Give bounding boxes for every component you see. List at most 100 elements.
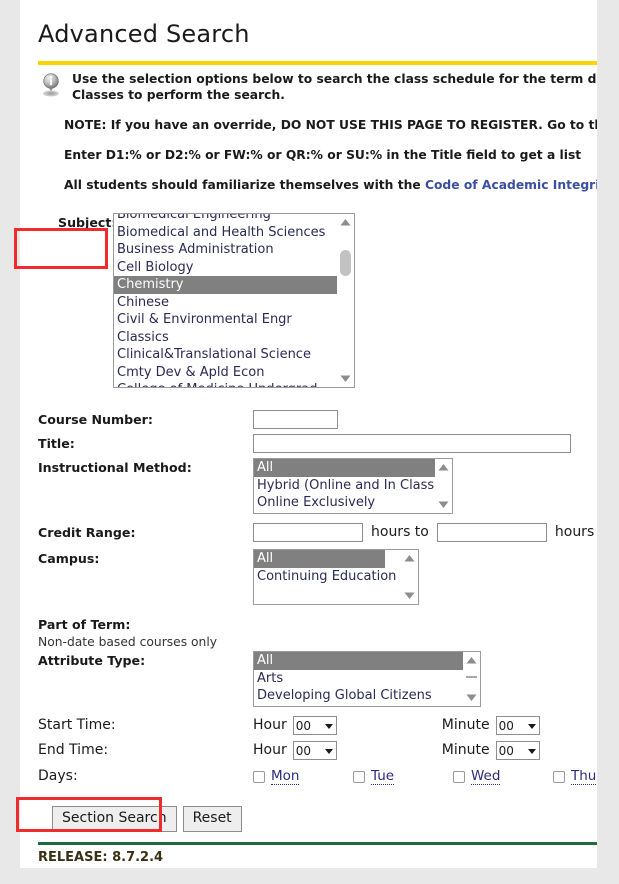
page-sheet: Advanced Search Use the selection option… bbox=[20, 0, 597, 868]
checkbox-thu[interactable] bbox=[553, 770, 565, 783]
start-hour-label: Hour bbox=[253, 717, 287, 733]
start-time-label: Start Time: bbox=[38, 717, 116, 733]
info-line-2: Classes to perform the search. bbox=[72, 88, 285, 102]
day-checkbox-thu[interactable]: Thu bbox=[553, 768, 597, 785]
section-search-button[interactable]: Section Search bbox=[52, 806, 177, 832]
scroll-up-icon[interactable] bbox=[465, 655, 478, 666]
end-time-label: End Time: bbox=[38, 742, 109, 758]
chevron-down-icon bbox=[527, 748, 536, 754]
subject-option[interactable]: Biomedical and Health Sciences bbox=[114, 224, 354, 242]
code-of-academic-integrity-link[interactable]: Code of Academic Integrity bbox=[425, 178, 597, 192]
title-field-tip: Enter D1:% or D2:% or FW:% or QR:% or SU… bbox=[64, 147, 597, 163]
yellow-divider bbox=[38, 61, 597, 65]
subject-option[interactable]: Clinical&Translational Science bbox=[114, 346, 354, 364]
campus-listbox[interactable]: All Continuing Education bbox=[253, 549, 419, 605]
subject-option[interactable]: Classics bbox=[114, 329, 354, 347]
checkbox-tue[interactable] bbox=[353, 770, 365, 783]
end-minute-label: Minute bbox=[441, 742, 490, 758]
course-number-input[interactable] bbox=[253, 410, 338, 429]
scroll-down-icon[interactable] bbox=[465, 692, 478, 703]
course-number-label: Course Number: bbox=[38, 412, 153, 427]
subject-option-selected[interactable]: Chemistry bbox=[114, 276, 354, 294]
attribute-type-option[interactable]: Developing Global Citizens bbox=[254, 687, 480, 705]
row-title: Title: bbox=[38, 434, 597, 453]
scroll-down-icon[interactable] bbox=[339, 373, 352, 384]
start-minute-label: Minute bbox=[441, 717, 490, 733]
info-block: Use the selection options below to searc… bbox=[38, 71, 597, 103]
checkbox-mon[interactable] bbox=[253, 770, 265, 783]
subject-option[interactable]: Biomedical Engineering bbox=[114, 214, 354, 224]
row-days: Days: Mon Tue Wed Thu bbox=[38, 767, 597, 786]
subject-option[interactable]: Cell Biology bbox=[114, 259, 354, 277]
reset-button[interactable]: Reset bbox=[182, 806, 242, 832]
title-input[interactable] bbox=[253, 434, 571, 453]
instructional-method-option-selected[interactable]: All bbox=[254, 459, 452, 477]
instructional-method-option[interactable]: Hybrid (Online and In Class) bbox=[254, 477, 452, 495]
subject-option[interactable]: College of Medicine Undergrad bbox=[114, 381, 354, 387]
attribute-type-listbox[interactable]: All Arts Developing Global Citizens bbox=[253, 651, 481, 707]
day-checkbox-mon[interactable]: Mon bbox=[253, 768, 353, 785]
title-label: Title: bbox=[38, 436, 75, 451]
start-minute-select[interactable]: 00 bbox=[495, 716, 540, 735]
row-course-number: Course Number: bbox=[38, 410, 597, 429]
instructional-method-scrollbar[interactable] bbox=[435, 459, 452, 513]
chevron-down-icon bbox=[324, 748, 333, 754]
credit-range-label: Credit Range: bbox=[38, 525, 136, 540]
subject-listbox[interactable]: Biomedical Engineering Biomedical and He… bbox=[113, 213, 355, 388]
subject-option[interactable]: Cmty Dev & Apld Econ bbox=[114, 364, 354, 382]
day-checkbox-wed[interactable]: Wed bbox=[453, 768, 553, 785]
campus-option[interactable]: Continuing Education bbox=[254, 568, 418, 586]
day-link-tue[interactable]: Tue bbox=[371, 768, 395, 785]
days-label: Days: bbox=[38, 768, 78, 784]
end-minute-select[interactable]: 00 bbox=[495, 741, 540, 760]
end-hour-select[interactable]: 00 bbox=[292, 741, 337, 760]
part-of-term-label: Part of Term: bbox=[38, 617, 131, 632]
attribute-type-scrollbar[interactable] bbox=[463, 652, 480, 706]
hours-to-label: hours to bbox=[371, 524, 429, 540]
end-hour-label: Hour bbox=[253, 742, 287, 758]
scroll-up-icon[interactable] bbox=[339, 217, 352, 228]
campus-label: Campus: bbox=[38, 551, 100, 566]
scroll-down-icon[interactable] bbox=[437, 499, 450, 510]
instructional-method-listbox[interactable]: All Hybrid (Online and In Class) Online … bbox=[253, 458, 453, 514]
end-hour-value: 00 bbox=[295, 743, 312, 758]
attribute-type-option-selected[interactable]: All bbox=[254, 652, 480, 670]
page-content: Advanced Search Use the selection option… bbox=[20, 0, 597, 865]
row-instructional-method: Instructional Method: All Hybrid (Online… bbox=[38, 458, 597, 514]
subject-option[interactable]: Business Administration bbox=[114, 241, 354, 259]
row-start-time: Start Time: Hour 00 Minute 00 bbox=[38, 715, 597, 736]
row-end-time: End Time: Hour 00 Minute 00 bbox=[38, 740, 597, 761]
integrity-prefix: All students should familiarize themselv… bbox=[64, 178, 425, 192]
page-title: Advanced Search bbox=[38, 20, 250, 48]
release-label: RELEASE: 8.7.2.4 bbox=[38, 850, 164, 865]
subject-option[interactable]: Civil & Environmental Engr bbox=[114, 311, 354, 329]
search-form: Subject: Biomedical Engineering Biomedic… bbox=[38, 213, 597, 832]
day-checkbox-tue[interactable]: Tue bbox=[353, 768, 453, 785]
start-hour-select[interactable]: 00 bbox=[292, 716, 337, 735]
credit-range-to-input[interactable] bbox=[436, 523, 547, 542]
attribute-type-label: Attribute Type: bbox=[38, 653, 146, 668]
day-link-thu[interactable]: Thu bbox=[571, 768, 597, 785]
chevron-down-icon bbox=[527, 723, 536, 729]
scroll-up-icon[interactable] bbox=[437, 462, 450, 473]
instructional-method-option[interactable]: Online Exclusively bbox=[254, 494, 452, 512]
chevron-down-icon bbox=[324, 723, 333, 729]
row-credit-range: Credit Range: hours to hours bbox=[38, 522, 597, 543]
campus-option-selected[interactable]: All bbox=[254, 550, 385, 568]
scroll-down-icon[interactable] bbox=[403, 590, 416, 601]
checkbox-wed[interactable] bbox=[453, 770, 465, 783]
part-of-term-note: Non-date based courses only bbox=[38, 635, 218, 649]
footer-divider bbox=[38, 842, 597, 845]
subject-scrollbar[interactable] bbox=[337, 214, 354, 387]
credit-range-from-input[interactable] bbox=[253, 523, 363, 542]
day-link-mon[interactable]: Mon bbox=[271, 768, 300, 785]
academic-integrity-note: All students should familiarize themselv… bbox=[64, 177, 597, 193]
scroll-up-icon[interactable] bbox=[403, 553, 416, 564]
day-link-wed[interactable]: Wed bbox=[471, 768, 501, 785]
start-hour-value: 00 bbox=[295, 718, 312, 733]
campus-scrollbar[interactable] bbox=[401, 550, 418, 604]
subject-scroll-thumb[interactable] bbox=[340, 250, 351, 276]
attribute-type-option[interactable]: Arts bbox=[254, 670, 480, 688]
subject-option[interactable]: Chinese bbox=[114, 294, 354, 312]
instructional-method-label: Instructional Method: bbox=[38, 460, 192, 475]
